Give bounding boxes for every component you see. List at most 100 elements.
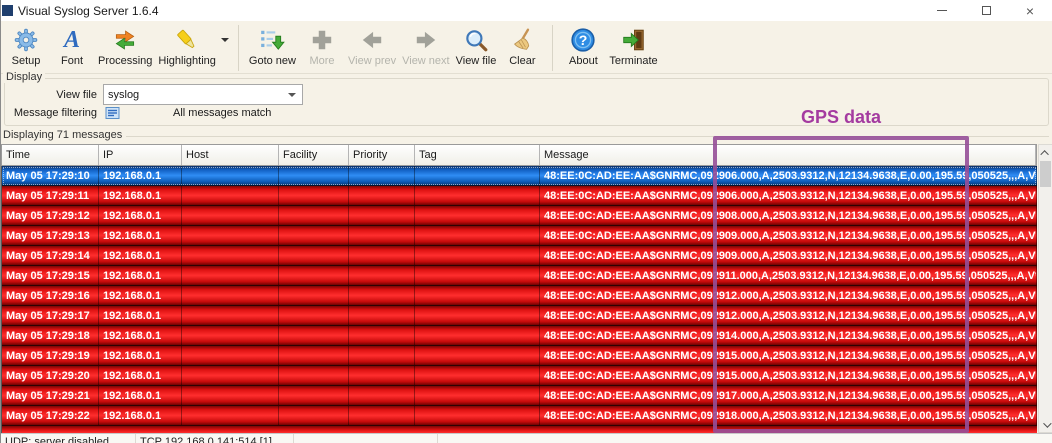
udp-status: UDP: server disabled	[1, 434, 136, 443]
filter-settings-icon[interactable]	[105, 106, 121, 120]
cell-priority	[349, 326, 415, 345]
terminate-button[interactable]: Terminate	[606, 23, 660, 68]
cell-tag	[415, 386, 540, 405]
tcp-status: TCP 192.168.0.141:514 [1]	[136, 434, 294, 443]
column-header-ip[interactable]: IP	[99, 145, 182, 165]
cell-tag	[415, 206, 540, 225]
view-next-button: View next	[399, 23, 453, 68]
cell-host	[182, 166, 279, 185]
cell-time: May 05 17:29:10	[2, 166, 99, 185]
cell-host	[182, 226, 279, 245]
cell-host	[182, 186, 279, 205]
column-header-facility[interactable]: Facility	[279, 145, 349, 165]
goto-new-button[interactable]: Goto new	[246, 23, 299, 68]
cell-tag	[415, 266, 540, 285]
terminate-label: Terminate	[609, 55, 657, 67]
table-row[interactable]: May 05 17:29:13192.168.0.148:EE:0C:AD:EE…	[2, 226, 1037, 246]
cell-message: 48:EE:0C:AD:EE:AA$GNRMC,092914.000,A,250…	[540, 326, 1037, 345]
cell-message: 48:EE:0C:AD:EE:AA$GNRMC,092917.000,A,250…	[540, 386, 1037, 405]
cell-message: 48:EE:0C:AD:EE:AA$GNRMC,092909.000,A,250…	[540, 246, 1037, 265]
table-row[interactable]: May 05 17:29:22192.168.0.148:EE:0C:AD:EE…	[2, 406, 1037, 426]
cell-tag	[415, 366, 540, 385]
display-group-label: Display	[3, 71, 45, 83]
scroll-down-button[interactable]	[1039, 417, 1052, 432]
column-header-time[interactable]: Time	[2, 145, 99, 165]
cell-host	[182, 306, 279, 325]
highlighting-dropdown-button[interactable]	[219, 23, 231, 57]
clear-label: Clear	[509, 55, 535, 67]
cell-host	[182, 286, 279, 305]
font-icon: A	[59, 26, 86, 53]
vertical-scrollbar[interactable]	[1038, 144, 1052, 433]
table-row[interactable]: May 05 17:29:20192.168.0.148:EE:0C:AD:EE…	[2, 366, 1037, 386]
table-row[interactable]: May 05 17:29:14192.168.0.148:EE:0C:AD:EE…	[2, 246, 1037, 266]
cell-priority	[349, 206, 415, 225]
column-header-priority[interactable]: Priority	[349, 145, 415, 165]
table-row[interactable]: May 05 17:29:17192.168.0.148:EE:0C:AD:EE…	[2, 306, 1037, 326]
close-icon: ×	[1026, 4, 1034, 18]
question-mark-icon: ?	[570, 26, 597, 53]
cell-tag	[415, 186, 540, 205]
status-panel-empty	[438, 434, 1052, 443]
view-file-combobox[interactable]: syslog	[103, 84, 303, 105]
table-row[interactable]: May 05 17:29:11192.168.0.148:EE:0C:AD:EE…	[2, 186, 1037, 206]
table-row[interactable]: May 05 17:29:15192.168.0.148:EE:0C:AD:EE…	[2, 266, 1037, 286]
legend-divider	[121, 136, 1049, 137]
cell-facility	[279, 306, 349, 325]
cell-message: 48:EE:0C:AD:EE:AA$GNRMC,092911.000,A,250…	[540, 266, 1037, 285]
about-button[interactable]: ? About	[560, 23, 606, 68]
refresh-arrows-icon	[112, 26, 139, 53]
table-row[interactable]: May 05 17:29:16192.168.0.148:EE:0C:AD:EE…	[2, 286, 1037, 306]
cell-facility	[279, 206, 349, 225]
cell-tag	[415, 326, 540, 345]
view-file-button[interactable]: View file	[453, 23, 500, 68]
arrow-right-icon	[412, 26, 439, 53]
table-row[interactable]: May 05 17:29:18192.168.0.148:EE:0C:AD:EE…	[2, 326, 1037, 346]
processing-button[interactable]: Processing	[95, 23, 155, 68]
clear-button[interactable]: Clear	[499, 23, 545, 68]
column-header-host[interactable]: Host	[182, 145, 279, 165]
highlighting-button[interactable]: Highlighting	[155, 23, 218, 68]
font-button[interactable]: A Font	[49, 23, 95, 68]
table-row[interactable]: May 05 17:29:21192.168.0.148:EE:0C:AD:EE…	[2, 386, 1037, 406]
table-row[interactable]: May 05 17:29:10192.168.0.148:EE:0C:AD:EE…	[2, 166, 1037, 186]
cell-message: 48:EE:0C:AD:EE:AA$GNRMC,092918.000,A,250…	[540, 406, 1037, 425]
column-header-tag[interactable]: Tag	[415, 145, 540, 165]
minimize-button[interactable]	[920, 0, 964, 21]
highlighter-icon	[174, 26, 201, 53]
cell-message: 48:EE:0C:AD:EE:AA$GNRMC,092909.000,A,250…	[540, 226, 1037, 245]
scroll-up-button[interactable]	[1039, 145, 1052, 160]
cell-priority	[349, 346, 415, 365]
cell-ip: 192.168.0.1	[99, 246, 182, 265]
toolbar-separator	[238, 25, 239, 71]
cell-time: May 05 17:29:13	[2, 226, 99, 245]
table-body: May 05 17:29:10192.168.0.148:EE:0C:AD:EE…	[1, 166, 1037, 426]
cell-priority	[349, 186, 415, 205]
table-row[interactable]: May 05 17:29:12192.168.0.148:EE:0C:AD:EE…	[2, 206, 1037, 226]
goto-new-label: Goto new	[249, 55, 296, 67]
setup-button[interactable]: Setup	[3, 23, 49, 68]
cell-ip: 192.168.0.1	[99, 366, 182, 385]
cell-ip: 192.168.0.1	[99, 206, 182, 225]
cell-time: May 05 17:29:15	[2, 266, 99, 285]
cell-priority	[349, 226, 415, 245]
cell-priority	[349, 266, 415, 285]
maximize-button[interactable]	[964, 0, 1008, 21]
view-prev-label: View prev	[348, 55, 396, 67]
cell-host	[182, 326, 279, 345]
cell-ip: 192.168.0.1	[99, 286, 182, 305]
column-header-message[interactable]: Message	[540, 145, 1036, 165]
exit-door-icon	[620, 26, 647, 53]
cell-tag	[415, 406, 540, 425]
svg-text:?: ?	[579, 31, 588, 47]
cell-host	[182, 406, 279, 425]
close-button[interactable]: ×	[1008, 0, 1052, 21]
cell-priority	[349, 166, 415, 185]
cell-ip: 192.168.0.1	[99, 186, 182, 205]
table-row[interactable]: May 05 17:29:19192.168.0.148:EE:0C:AD:EE…	[2, 346, 1037, 366]
cell-time: May 05 17:29:19	[2, 346, 99, 365]
cell-time: May 05 17:29:18	[2, 326, 99, 345]
cell-priority	[349, 286, 415, 305]
scrollbar-thumb[interactable]	[1040, 161, 1051, 187]
app-icon	[2, 5, 13, 16]
